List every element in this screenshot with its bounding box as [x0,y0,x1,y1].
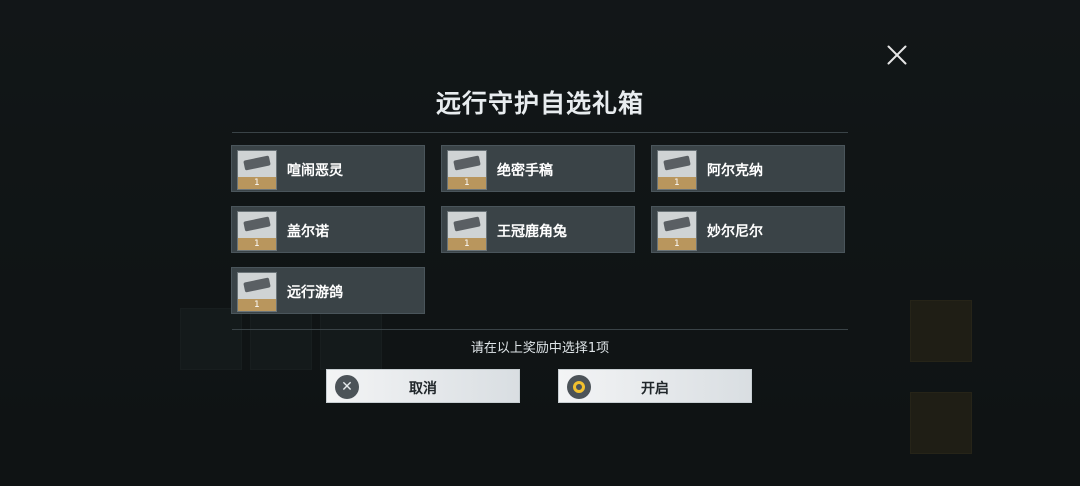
item-name: 绝密手稿 [497,163,553,179]
gun-icon: 1 [447,150,487,190]
gun-icon: 1 [237,211,277,251]
item-name: 妙尔尼尔 [707,224,763,240]
gun-icon: 1 [237,272,277,312]
confirm-label: 开启 [641,381,669,397]
reward-item[interactable]: 1 阿尔克纳 [651,145,845,192]
item-count: 1 [464,178,470,188]
item-name: 远行游鸽 [287,285,343,301]
gun-icon: 1 [447,211,487,251]
item-count: 1 [464,239,470,249]
item-name: 盖尔诺 [287,224,329,240]
item-count: 1 [674,178,680,188]
dialog-title: 远行守护自选礼箱 [435,89,644,118]
close-icon[interactable] [882,40,912,70]
item-name: 阿尔克纳 [707,163,763,179]
item-count: 1 [254,239,260,249]
cancel-label: 取消 [409,381,437,397]
item-count: 1 [674,239,680,249]
reward-item[interactable]: 1 王冠鹿角兔 [441,206,635,253]
reward-item[interactable]: 1 喧闹恶灵 [231,145,425,192]
divider [232,132,848,133]
confirm-button[interactable]: 开启 [558,369,752,403]
selection-hint: 请在以上奖励中选择1项 [470,341,610,356]
item-name: 喧闹恶灵 [287,163,343,179]
item-count: 1 [254,300,260,310]
item-count: 1 [254,178,260,188]
reward-item[interactable]: 1 妙尔尼尔 [651,206,845,253]
cancel-button[interactable]: ✕ 取消 [326,369,520,403]
gun-icon: 1 [657,150,697,190]
divider [232,329,848,330]
reward-item[interactable]: 1 远行游鸽 [231,267,425,314]
gun-icon: 1 [237,150,277,190]
reward-item[interactable]: 1 盖尔诺 [231,206,425,253]
gun-icon: 1 [657,211,697,251]
item-name: 王冠鹿角兔 [497,224,567,240]
reward-item[interactable]: 1 绝密手稿 [441,145,635,192]
